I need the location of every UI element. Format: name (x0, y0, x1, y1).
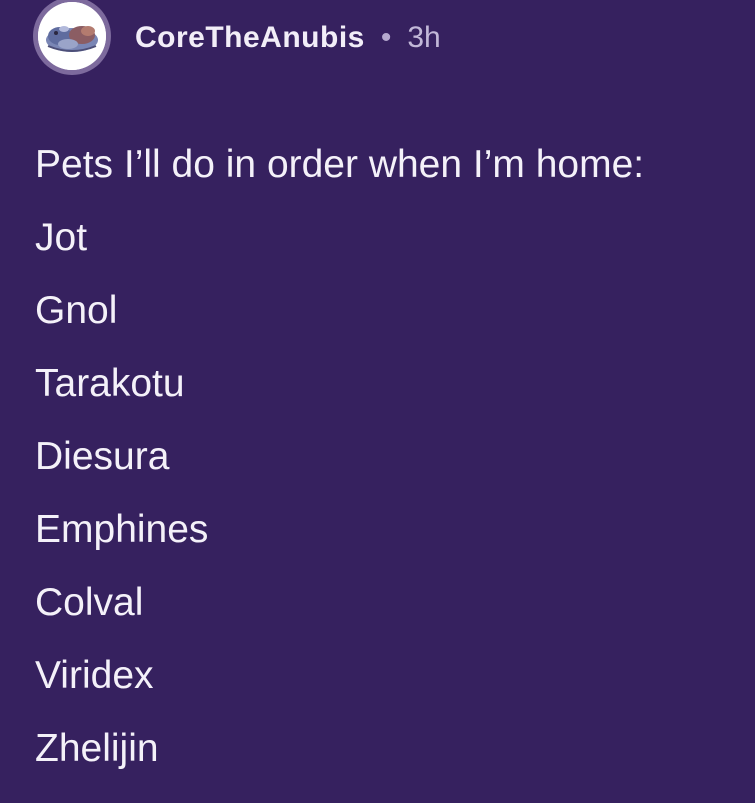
post-header: CoreTheAnubis • 3h (33, 0, 441, 76)
pet-list-item-jot: Jot (35, 216, 88, 259)
pet-list-item-tarakotu: Tarakotu (35, 362, 185, 405)
post-timestamp: 3h (407, 21, 441, 54)
post-card: CoreTheAnubis • 3h Pets I’ll do in order… (0, 0, 755, 803)
creature-icon (38, 2, 106, 70)
pet-list-item-gnol: Gnol (35, 289, 118, 332)
avatar-image (38, 2, 106, 70)
post-intro: Pets I’ll do in order when I’m home: (35, 143, 645, 186)
pet-list-item-emphines: Emphines (35, 508, 209, 551)
avatar[interactable] (33, 0, 111, 75)
pet-list-item-zhelijin: Zhelijin (35, 727, 159, 770)
post-body: Pets I’ll do in order when I’m home: Jot… (35, 128, 755, 785)
pet-list-item-diesura: Diesura (35, 435, 170, 478)
author-username[interactable]: CoreTheAnubis (135, 21, 365, 55)
pet-list-item-colval: Colval (35, 581, 144, 624)
pet-list-item-viridex: Viridex (35, 654, 154, 697)
separator-dot: • (380, 21, 392, 54)
